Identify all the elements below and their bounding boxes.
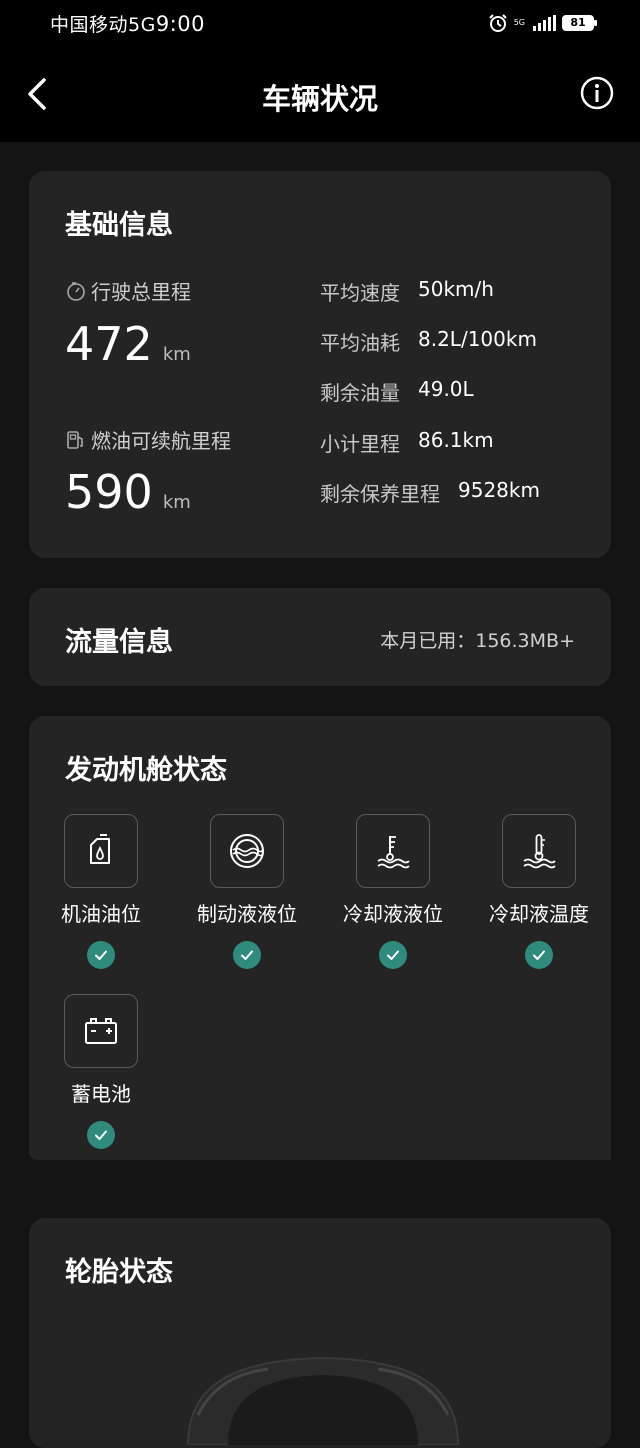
oil-can-icon-box: [64, 814, 138, 888]
stat-value: 50km/h: [418, 277, 494, 301]
status-left: 中国移动5G9:00: [50, 10, 205, 37]
stat-label: 平均油耗: [320, 331, 400, 355]
check-icon: [233, 941, 261, 969]
check-icon: [379, 941, 407, 969]
fuel-range-label-text: 燃油可续航里程: [91, 429, 231, 453]
engine-item-battery[interactable]: 蓄电池: [28, 994, 174, 1149]
network-type-text: 5G: [513, 18, 525, 27]
status-bar: 中国移动5G9:00 5G 81: [0, 0, 640, 46]
traffic-usage: 本月已用：156.3MB+: [380, 630, 575, 652]
stat-label: 平均速度: [320, 281, 400, 305]
stat-row-remaining-fuel: 剩余油量 49.0L: [320, 377, 474, 406]
stat-row-avg-speed: 平均速度 50km/h: [320, 277, 494, 306]
engine-card: 发动机舱状态 机油油位 制动液液位 冷却液液位 冷却液温度 蓄电池: [29, 716, 611, 1160]
stat-label: 小计里程: [320, 432, 400, 456]
engine-title: 发动机舱状态: [65, 755, 227, 786]
engine-item-brake-fluid[interactable]: 制动液液位: [174, 814, 320, 969]
traffic-title: 流量信息: [65, 627, 173, 658]
engine-item-coolant-temp[interactable]: 冷却液温度: [466, 814, 612, 969]
total-mileage-number: 472: [65, 317, 153, 371]
battery-icon-box: [64, 994, 138, 1068]
check-icon: [525, 941, 553, 969]
fuel-range-label: 燃油可续航里程: [65, 425, 231, 454]
stat-row-avg-fuel: 平均油耗 8.2L/100km: [320, 327, 537, 356]
check-icon: [87, 941, 115, 969]
clock-text: 9:00: [155, 12, 205, 36]
brake-fluid-icon-box: [210, 814, 284, 888]
stat-row-maintenance: 剩余保养里程 9528km: [320, 478, 540, 507]
stat-value: 86.1km: [418, 428, 494, 452]
odometer-icon: [67, 281, 85, 301]
total-mileage-unit: km: [162, 344, 191, 365]
coolant-level-icon-box: [356, 814, 430, 888]
fuel-range-value: 590 km: [65, 465, 191, 519]
engine-item-label: 冷却液温度: [489, 902, 589, 926]
fuel-pump-icon: [67, 430, 83, 449]
stat-value: 9528km: [458, 478, 540, 502]
info-icon[interactable]: [580, 76, 614, 110]
oil-can-icon: [90, 834, 110, 864]
carrier-text: 中国移动5G: [50, 14, 156, 36]
total-mileage-label-text: 行驶总里程: [91, 280, 191, 304]
total-mileage-label: 行驶总里程: [65, 276, 191, 305]
nav-bar: 车辆状况: [0, 46, 640, 142]
fuel-range-unit: km: [162, 492, 191, 513]
traffic-card[interactable]: 流量信息 本月已用：156.3MB+: [29, 588, 611, 686]
battery-indicator: 81: [562, 15, 597, 31]
engine-item-label: 制动液液位: [197, 902, 297, 926]
alarm-icon: [488, 14, 507, 32]
stat-value: 49.0L: [418, 377, 474, 401]
tire-title: 轮胎状态: [65, 1257, 173, 1288]
stat-label: 剩余油量: [320, 381, 400, 405]
battery-level-text: 81: [570, 16, 586, 29]
engine-item-label: 冷却液液位: [343, 902, 443, 926]
stat-row-trip: 小计里程 86.1km: [320, 428, 494, 457]
coolant-temp-icon-box: [502, 814, 576, 888]
page-title: 车辆状况: [261, 82, 378, 116]
signal-icon: [533, 15, 556, 31]
stat-value: 8.2L/100km: [418, 327, 537, 351]
status-right: 5G 81: [488, 12, 597, 34]
coolant-level-icon: [377, 836, 410, 869]
coolant-temp-icon: [523, 834, 556, 869]
brake-fluid-icon: [230, 834, 264, 868]
engine-item-label: 蓄电池: [71, 1082, 131, 1106]
basic-info-card: 基础信息 行驶总里程 472 km 燃油可续航里程 590 km 平均速度 50km/…: [29, 171, 611, 558]
car-top-view-image: [186, 1356, 460, 1445]
engine-item-label: 机油油位: [61, 902, 141, 926]
battery-icon: [85, 1018, 117, 1044]
stat-label: 剩余保养里程: [320, 482, 440, 506]
check-icon: [87, 1121, 115, 1149]
engine-item-oil[interactable]: 机油油位: [28, 814, 174, 969]
engine-item-coolant-level[interactable]: 冷却液液位: [320, 814, 466, 969]
total-mileage-value: 472 km: [65, 317, 191, 371]
basic-info-title: 基础信息: [65, 210, 173, 241]
fuel-range-number: 590: [65, 465, 153, 519]
